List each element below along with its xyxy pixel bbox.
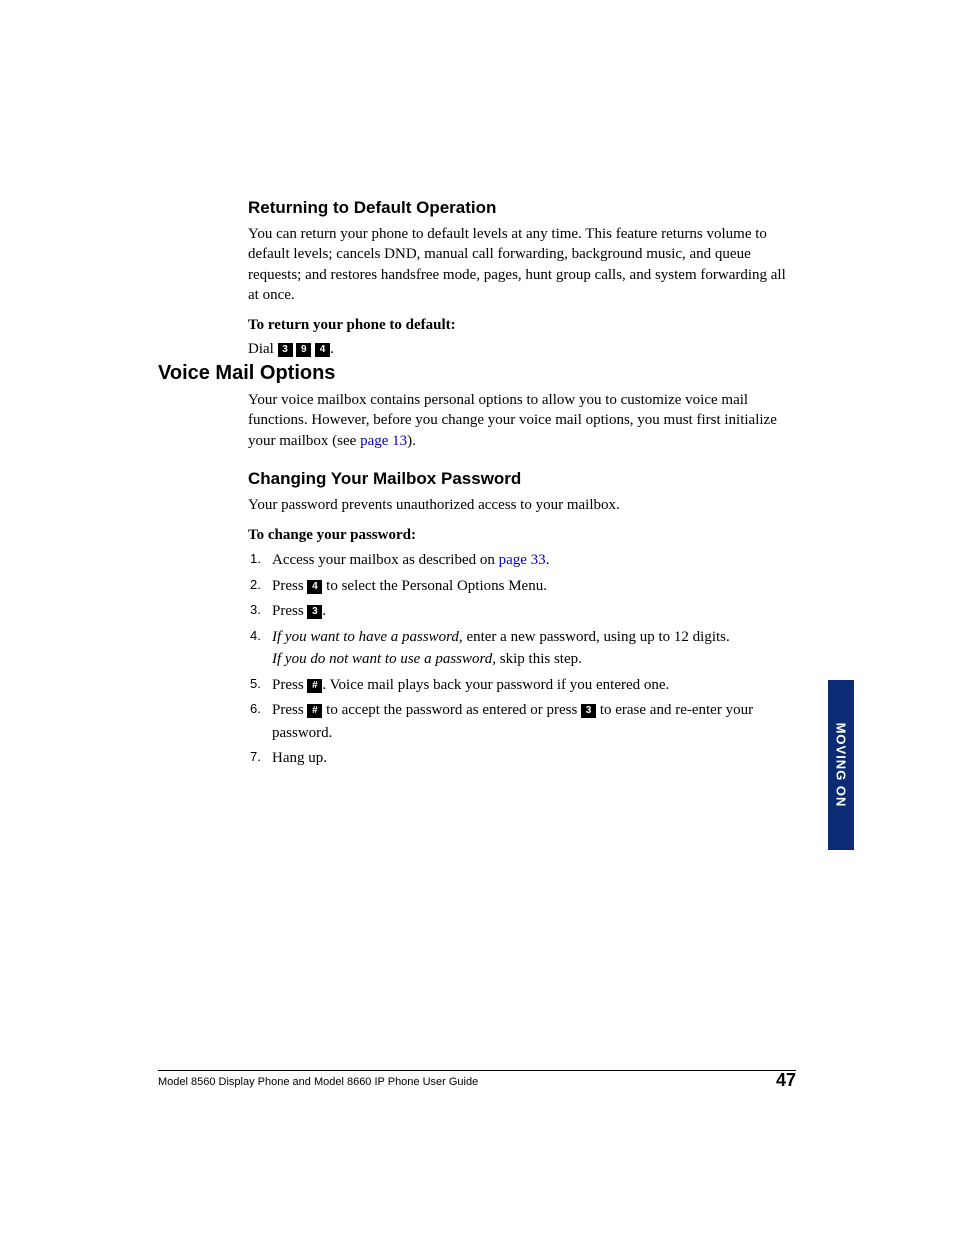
section-tab: MOVING ON (828, 680, 854, 850)
s4b: skip this step. (496, 651, 582, 667)
step-2: Press 4 to select the Personal Options M… (270, 575, 788, 598)
keycap-3b: 3 (581, 704, 596, 718)
s1a: Access your mailbox as described on (272, 552, 499, 568)
s3a: Press (272, 603, 307, 619)
heading-changing-password: Changing Your Mailbox Password (248, 469, 788, 489)
para-voice-mail: Your voice mailbox contains personal opt… (248, 390, 788, 451)
s6a: Press (272, 702, 307, 718)
para-password: Your password prevents unauthorized acce… (248, 495, 788, 515)
dial-suffix: . (330, 341, 334, 357)
keycap-4: 4 (315, 343, 330, 357)
s7: Hang up. (272, 750, 327, 766)
link-page-13[interactable]: page 13 (360, 433, 407, 449)
keycap-3: 3 (278, 343, 293, 357)
heading-voice-mail-options: Voice Mail Options (158, 362, 798, 385)
section-voice-mail: Voice Mail Options (158, 362, 798, 391)
page-number: 47 (776, 1070, 796, 1091)
keycap-3: 3 (307, 605, 322, 619)
heading-returning-default: Returning to Default Operation (248, 198, 788, 218)
dial-line: Dial 3 9 4. (248, 339, 788, 359)
keycap-hash: # (307, 704, 322, 718)
keycap-hash: # (307, 679, 322, 693)
step-5: Press #. Voice mail plays back your pass… (270, 674, 788, 697)
page: Returning to Default Operation You can r… (0, 0, 954, 1235)
lead-return-default: To return your phone to default: (248, 315, 788, 335)
s4a: enter a new password, using up to 12 dig… (463, 629, 730, 645)
step-7: Hang up. (270, 747, 788, 770)
footer-rule (158, 1070, 796, 1071)
vm-para-b: ). (407, 433, 416, 449)
s4i1: If you want to have a password, (272, 629, 463, 645)
s6b: to accept the password as entered or pre… (322, 702, 581, 718)
s5b: . Voice mail plays back your password if… (322, 677, 669, 693)
s2b: to select the Personal Options Menu. (322, 578, 547, 594)
s5a: Press (272, 677, 307, 693)
dial-prefix: Dial (248, 341, 278, 357)
keycap-4: 4 (307, 580, 322, 594)
step-1: Access your mailbox as described on page… (270, 549, 788, 572)
content-area: Returning to Default Operation You can r… (248, 198, 788, 374)
s1b: . (546, 552, 550, 568)
s4i2: If you do not want to use a password, (272, 651, 496, 667)
para-returning-default: You can return your phone to default lev… (248, 224, 788, 305)
lead-change-password: To change your password: (248, 525, 788, 545)
s3b: . (322, 603, 326, 619)
step-4: If you want to have a password, enter a … (270, 626, 788, 671)
link-page-33[interactable]: page 33 (499, 552, 546, 568)
section-tab-label: MOVING ON (834, 723, 849, 808)
voice-mail-body: Your voice mailbox contains personal opt… (248, 390, 788, 773)
footer-title: Model 8560 Display Phone and Model 8660 … (158, 1076, 478, 1088)
step-3: Press 3. (270, 600, 788, 623)
s2a: Press (272, 578, 307, 594)
vm-para-a: Your voice mailbox contains personal opt… (248, 392, 777, 449)
keycap-9: 9 (296, 343, 311, 357)
step-6: Press # to accept the password as entere… (270, 699, 788, 744)
steps-list: Access your mailbox as described on page… (248, 549, 788, 770)
